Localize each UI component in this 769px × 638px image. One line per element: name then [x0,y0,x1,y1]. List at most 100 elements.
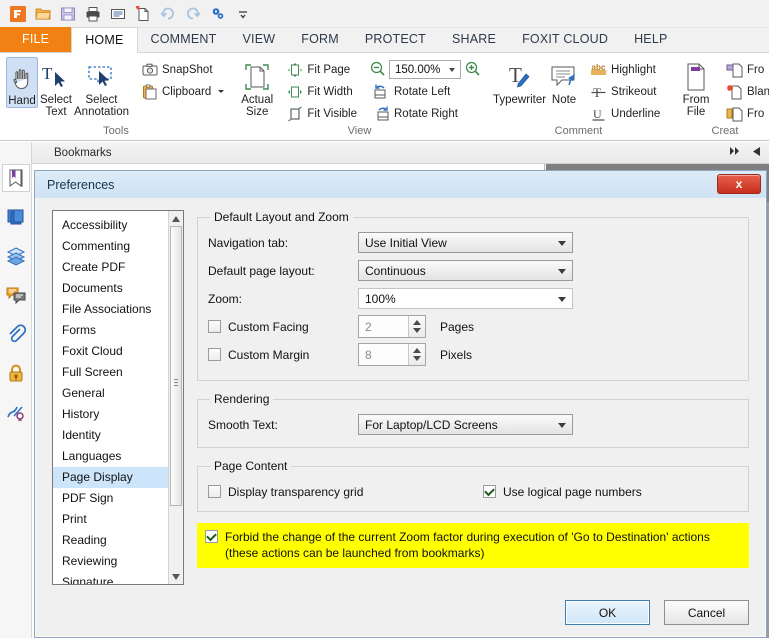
scroll-up-icon[interactable] [169,211,183,226]
zoom-in-icon[interactable] [464,60,481,80]
rotate-right-button[interactable]: Rotate Right [369,103,481,124]
tab-view[interactable]: VIEW [230,27,289,52]
sidebar-item-attachments[interactable] [2,320,30,348]
zoom-level-input[interactable]: 150.00% [389,60,461,79]
category-general[interactable]: General [53,383,183,404]
tab-foxit-cloud[interactable]: FOXIT CLOUD [509,27,621,52]
category-commenting[interactable]: Commenting [53,236,183,257]
select-text-button[interactable]: T Select Text [40,57,72,118]
fit-width-button[interactable]: Fit Width [282,81,361,102]
category-reading[interactable]: Reading [53,530,183,551]
cancel-button[interactable]: Cancel [664,600,749,625]
print-icon[interactable] [82,3,104,25]
page-layout-select[interactable]: Continuous [358,260,573,281]
snapshot-button[interactable]: SnapShot [137,59,229,80]
forbid-zoom-change-row[interactable]: Forbid the change of the current Zoom fa… [197,523,749,568]
category-pdf-sign[interactable]: PDF Sign [53,488,183,509]
category-foxit-cloud[interactable]: Foxit Cloud [53,341,183,362]
fit-page-button[interactable]: Fit Page [282,59,361,80]
sidebar-item-signatures[interactable] [2,398,30,426]
ok-button[interactable]: OK [565,600,650,625]
category-languages[interactable]: Languages [53,446,183,467]
category-list[interactable]: Accessibility Commenting Create PDF Docu… [52,210,184,585]
sidebar-item-comments[interactable] [2,281,30,309]
custom-margin-checkbox[interactable]: Custom Margin [208,348,358,362]
save-icon[interactable] [57,3,79,25]
navigation-tab-select[interactable]: Use Initial View [358,232,573,253]
custom-facing-stepper[interactable]: 2 [358,315,426,338]
svg-text:T: T [42,64,53,83]
stepper-buttons[interactable] [408,316,425,337]
category-accessibility[interactable]: Accessibility [53,215,183,236]
actual-size-button[interactable]: Actual Size [238,57,276,118]
blank-page-button[interactable]: Blan [722,81,769,102]
tab-protect[interactable]: PROTECT [352,27,439,52]
custom-margin-stepper[interactable]: 8 [358,343,426,366]
from-clipboard-button[interactable]: Fro [722,103,769,124]
more-icon[interactable] [232,3,254,25]
zoom-select[interactable]: 100% [358,288,573,309]
category-file-associations[interactable]: File Associations [53,299,183,320]
clipboard-button[interactable]: Clipboard [137,81,229,102]
sidebar-item-security[interactable] [2,359,30,387]
category-reviewing[interactable]: Reviewing [53,551,183,572]
email-icon[interactable] [107,3,129,25]
rotate-left-button[interactable]: Rotate Left [369,81,481,102]
collapse-panel-icon[interactable] [752,146,761,160]
stepper-up-icon[interactable] [413,348,421,353]
typewriter-button[interactable]: T Typewriter [493,57,546,106]
zoom-out-icon[interactable] [369,60,386,80]
category-forms[interactable]: Forms [53,320,183,341]
checkbox-box [208,485,221,498]
select-annotation-button[interactable]: Select Annotation [74,57,129,118]
hand-tool-button[interactable]: Hand [6,57,38,108]
stepper-down-icon[interactable] [413,328,421,333]
tab-form[interactable]: FORM [288,27,352,52]
expand-all-icon[interactable] [730,146,742,159]
category-history[interactable]: History [53,404,183,425]
tab-help[interactable]: HELP [621,27,680,52]
from-scanner-button[interactable]: Fro [722,59,769,80]
open-icon[interactable] [32,3,54,25]
strikeout-button[interactable]: T Strikeout [586,81,664,102]
bookmarks-panel-header: Bookmarks [32,142,769,164]
scroll-down-icon[interactable] [169,569,183,584]
underline-button[interactable]: U Underline [586,103,664,124]
tab-share[interactable]: SHARE [439,27,509,52]
highlight-button[interactable]: abc Highlight [586,59,664,80]
category-full-screen[interactable]: Full Screen [53,362,183,383]
category-identity[interactable]: Identity [53,425,183,446]
foxit-logo-icon[interactable] [7,3,29,25]
clipboard-dropdown-icon[interactable] [217,86,225,98]
zoom-dropdown-icon[interactable] [449,68,455,72]
category-signature[interactable]: Signature [53,572,183,584]
note-button[interactable]: Note [548,57,580,106]
dialog-titlebar[interactable]: Preferences x [35,171,766,198]
category-create-pdf[interactable]: Create PDF [53,257,183,278]
forbid-zoom-checkbox[interactable] [205,530,218,543]
tab-home[interactable]: HOME [71,27,138,53]
smooth-text-select[interactable]: For Laptop/LCD Screens [358,414,573,435]
category-list-scrollbar[interactable] [168,211,183,584]
sidebar-item-pages[interactable] [2,203,30,231]
transparency-grid-checkbox[interactable]: Display transparency grid [208,485,483,499]
sidebar-item-layers[interactable] [2,242,30,270]
logical-page-numbers-checkbox[interactable]: Use logical page numbers [483,485,642,499]
scrollbar-thumb[interactable] [170,226,182,506]
stepper-up-icon[interactable] [413,320,421,325]
tab-file[interactable]: FILE [0,27,72,52]
category-documents[interactable]: Documents [53,278,183,299]
category-page-display[interactable]: Page Display [53,467,183,488]
stepper-down-icon[interactable] [413,356,421,361]
fit-visible-button[interactable]: Fit Visible [282,103,361,124]
new-from-file-icon[interactable] [132,3,154,25]
custom-facing-checkbox[interactable]: Custom Facing [208,320,358,334]
customize-icon[interactable] [207,3,229,25]
stepper-buttons[interactable] [408,344,425,365]
category-print[interactable]: Print [53,509,183,530]
tab-comment[interactable]: COMMENT [138,27,230,52]
from-file-button[interactable]: From File [676,57,716,118]
close-icon[interactable]: x [717,174,761,194]
fit-width-icon [286,83,303,100]
sidebar-item-bookmarks[interactable] [1,164,30,192]
